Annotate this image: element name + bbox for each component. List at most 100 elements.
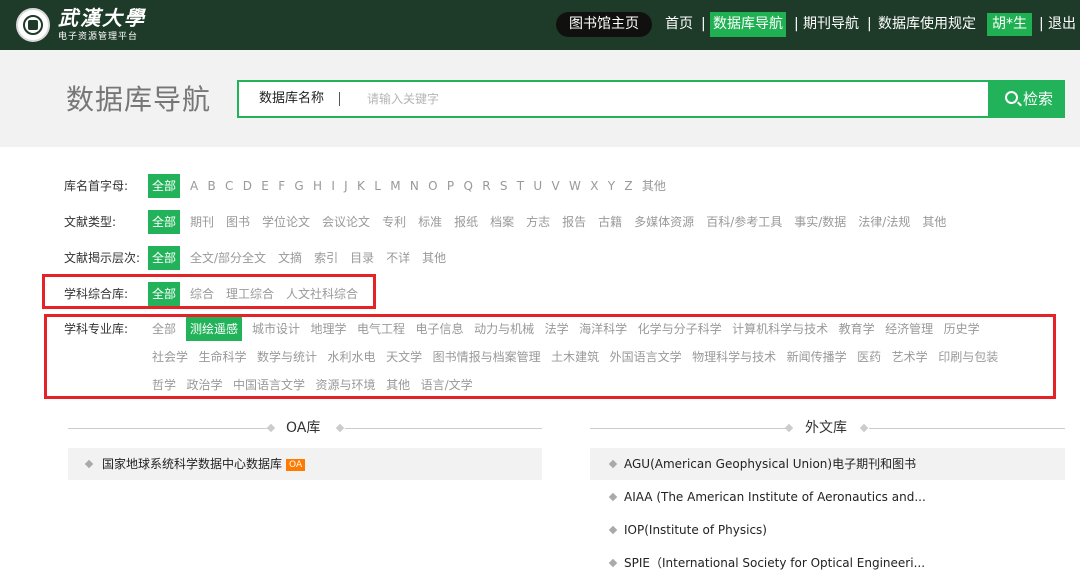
filter-doc-type-option[interactable]: 学位论文	[262, 211, 310, 233]
filter-subject-specific-option[interactable]: 教育学	[839, 318, 875, 340]
foreign-list-item[interactable]: AGU(American Geophysical Union)电子期刊和图书	[590, 448, 1065, 480]
filter-doc-type-option[interactable]: 报纸	[454, 211, 478, 233]
filter-initial-option[interactable]: Q	[463, 175, 472, 197]
filter-reveal-level-option[interactable]: 目录	[350, 247, 374, 269]
filter-doc-type-option[interactable]: 会议论文	[322, 211, 370, 233]
foreign-list-item[interactable]: IOP(Institute of Physics)	[590, 514, 1065, 546]
filter-reveal-level-option[interactable]: 索引	[314, 247, 338, 269]
filter-subject-specific-option[interactable]: 哲学	[152, 374, 176, 396]
filter-initial-option[interactable]: J	[344, 175, 348, 197]
filter-subject-general-option[interactable]: 综合	[190, 283, 214, 305]
filter-subject-specific-option[interactable]: 计算机科学与技术	[732, 318, 828, 340]
filter-initial-option[interactable]: H	[313, 175, 322, 197]
filter-subject-specific-option[interactable]: 资源与环境	[316, 374, 376, 396]
filter-initial-option[interactable]: 其他	[642, 175, 666, 197]
user-name-badge[interactable]: 胡*生	[987, 13, 1032, 36]
nav-database-rules[interactable]: 数据库使用规定	[878, 12, 976, 37]
filter-initial-option[interactable]: L	[374, 175, 381, 197]
filter-initial-option[interactable]: B	[208, 175, 216, 197]
filter-initial-option[interactable]: G	[294, 175, 303, 197]
filter-subject-specific-option[interactable]: 新闻传播学	[787, 346, 847, 368]
filter-initial-option[interactable]: V	[552, 175, 560, 197]
filter-subject-specific-all[interactable]: 全部	[152, 318, 176, 340]
filter-initial-option[interactable]: K	[357, 175, 365, 197]
oa-item-name[interactable]: 国家地球系统科学数据中心数据库	[102, 457, 282, 471]
filter-subject-specific-option[interactable]: 经济管理	[885, 318, 933, 340]
filter-subject-specific-option[interactable]: 医药	[857, 346, 881, 368]
filter-doc-type-option[interactable]: 方志	[526, 211, 550, 233]
filter-subject-specific-option[interactable]: 政治学	[187, 374, 223, 396]
filter-subject-specific-option[interactable]: 社会学	[152, 346, 188, 368]
filter-initial-option[interactable]: D	[243, 175, 252, 197]
oa-list-item[interactable]: 国家地球系统科学数据中心数据库 OA	[68, 448, 542, 480]
filter-doc-type-all[interactable]: 全部	[148, 210, 181, 234]
filter-reveal-level-option[interactable]: 全文/部分全文	[190, 247, 266, 269]
filter-initial-option[interactable]: P	[447, 175, 454, 197]
filter-initial-option[interactable]: I	[331, 175, 335, 197]
filter-initial-option[interactable]: T	[517, 175, 524, 197]
filter-doc-type-option[interactable]: 古籍	[598, 211, 622, 233]
filter-initial-option[interactable]: C	[225, 175, 233, 197]
filter-subject-specific-option[interactable]: 法学	[545, 318, 569, 340]
filter-subject-specific-option[interactable]: 数学与统计	[257, 346, 317, 368]
foreign-item-name[interactable]: SPIE（International Society for Optical E…	[624, 547, 925, 579]
filter-subject-specific-option[interactable]: 地理学	[311, 318, 347, 340]
filter-initial-option[interactable]: S	[500, 175, 508, 197]
nav-journal-navigation[interactable]: 期刊导航	[803, 12, 859, 37]
foreign-list-item[interactable]: SPIE（International Society for Optical E…	[590, 547, 1065, 579]
foreign-list-item[interactable]: AIAA (The American Institute of Aeronaut…	[590, 481, 1065, 513]
filter-initial-option[interactable]: Y	[608, 175, 615, 197]
filter-doc-type-option[interactable]: 法律/法规	[858, 211, 910, 233]
filter-subject-specific-option[interactable]: 城市设计	[252, 318, 300, 340]
filter-subject-specific-option[interactable]: 动力与机械	[474, 318, 534, 340]
filter-initial-option[interactable]: M	[390, 175, 400, 197]
filter-subject-specific-option[interactable]: 印刷与包装	[938, 346, 998, 368]
filter-doc-type-option[interactable]: 事实/数据	[794, 211, 846, 233]
filter-subject-specific-option[interactable]: 历史学	[944, 318, 980, 340]
filter-initial-option[interactable]: X	[590, 175, 598, 197]
foreign-item-name[interactable]: AIAA (The American Institute of Aeronaut…	[624, 481, 926, 513]
filter-initial-option[interactable]: U	[533, 175, 542, 197]
filter-subject-specific-selected[interactable]: 测绘遥感	[186, 317, 243, 341]
foreign-item-name[interactable]: IOP(Institute of Physics)	[624, 514, 767, 546]
library-home-button[interactable]: 图书馆主页	[556, 12, 652, 37]
university-seal-icon[interactable]	[16, 8, 50, 42]
filter-subject-general-all[interactable]: 全部	[148, 282, 181, 306]
filter-subject-specific-option[interactable]: 土木建筑	[551, 346, 599, 368]
filter-initial-option[interactable]: A	[190, 175, 198, 197]
filter-initial-option[interactable]: W	[569, 175, 581, 197]
university-logo-text[interactable]: 武漢大學	[58, 6, 146, 30]
filter-subject-specific-option[interactable]: 物理科学与技术	[692, 346, 776, 368]
filter-initial-option[interactable]: Z	[624, 175, 632, 197]
nav-home[interactable]: 首页	[665, 12, 693, 37]
filter-doc-type-option[interactable]: 图书	[226, 211, 250, 233]
filter-initial-all[interactable]: 全部	[148, 174, 181, 198]
nav-database-navigation[interactable]: 数据库导航	[710, 12, 786, 37]
logout-link[interactable]: 退出	[1048, 12, 1076, 37]
filter-subject-specific-option[interactable]: 水利水电	[328, 346, 376, 368]
filter-doc-type-option[interactable]: 标准	[418, 211, 442, 233]
filter-subject-specific-option[interactable]: 语言/文学	[421, 374, 473, 396]
filter-subject-general-option[interactable]: 理工综合	[226, 283, 274, 305]
search-button[interactable]: 检索	[990, 80, 1065, 118]
filter-doc-type-option[interactable]: 其他	[922, 211, 946, 233]
filter-subject-specific-option[interactable]: 天文学	[386, 346, 422, 368]
search-field-label[interactable]: 数据库名称	[259, 82, 324, 116]
search-input[interactable]	[367, 82, 967, 116]
filter-subject-specific-option[interactable]: 生命科学	[199, 346, 247, 368]
filter-initial-option[interactable]: R	[482, 175, 490, 197]
filter-reveal-level-option[interactable]: 其他	[422, 247, 446, 269]
filter-initial-option[interactable]: N	[410, 175, 419, 197]
filter-subject-general-option[interactable]: 人文社科综合	[286, 283, 358, 305]
filter-doc-type-option[interactable]: 百科/参考工具	[706, 211, 782, 233]
filter-reveal-level-option[interactable]: 文摘	[278, 247, 302, 269]
filter-doc-type-option[interactable]: 档案	[490, 211, 514, 233]
filter-subject-specific-option[interactable]: 中国语言文学	[233, 374, 305, 396]
filter-subject-specific-option[interactable]: 化学与分子科学	[638, 318, 722, 340]
filter-subject-specific-option[interactable]: 图书情报与档案管理	[433, 346, 541, 368]
filter-doc-type-option[interactable]: 期刊	[190, 211, 214, 233]
filter-initial-option[interactable]: F	[278, 175, 285, 197]
filter-subject-specific-option[interactable]: 电子信息	[416, 318, 464, 340]
filter-subject-specific-option[interactable]: 艺术学	[892, 346, 928, 368]
filter-subject-specific-option[interactable]: 其他	[386, 374, 410, 396]
